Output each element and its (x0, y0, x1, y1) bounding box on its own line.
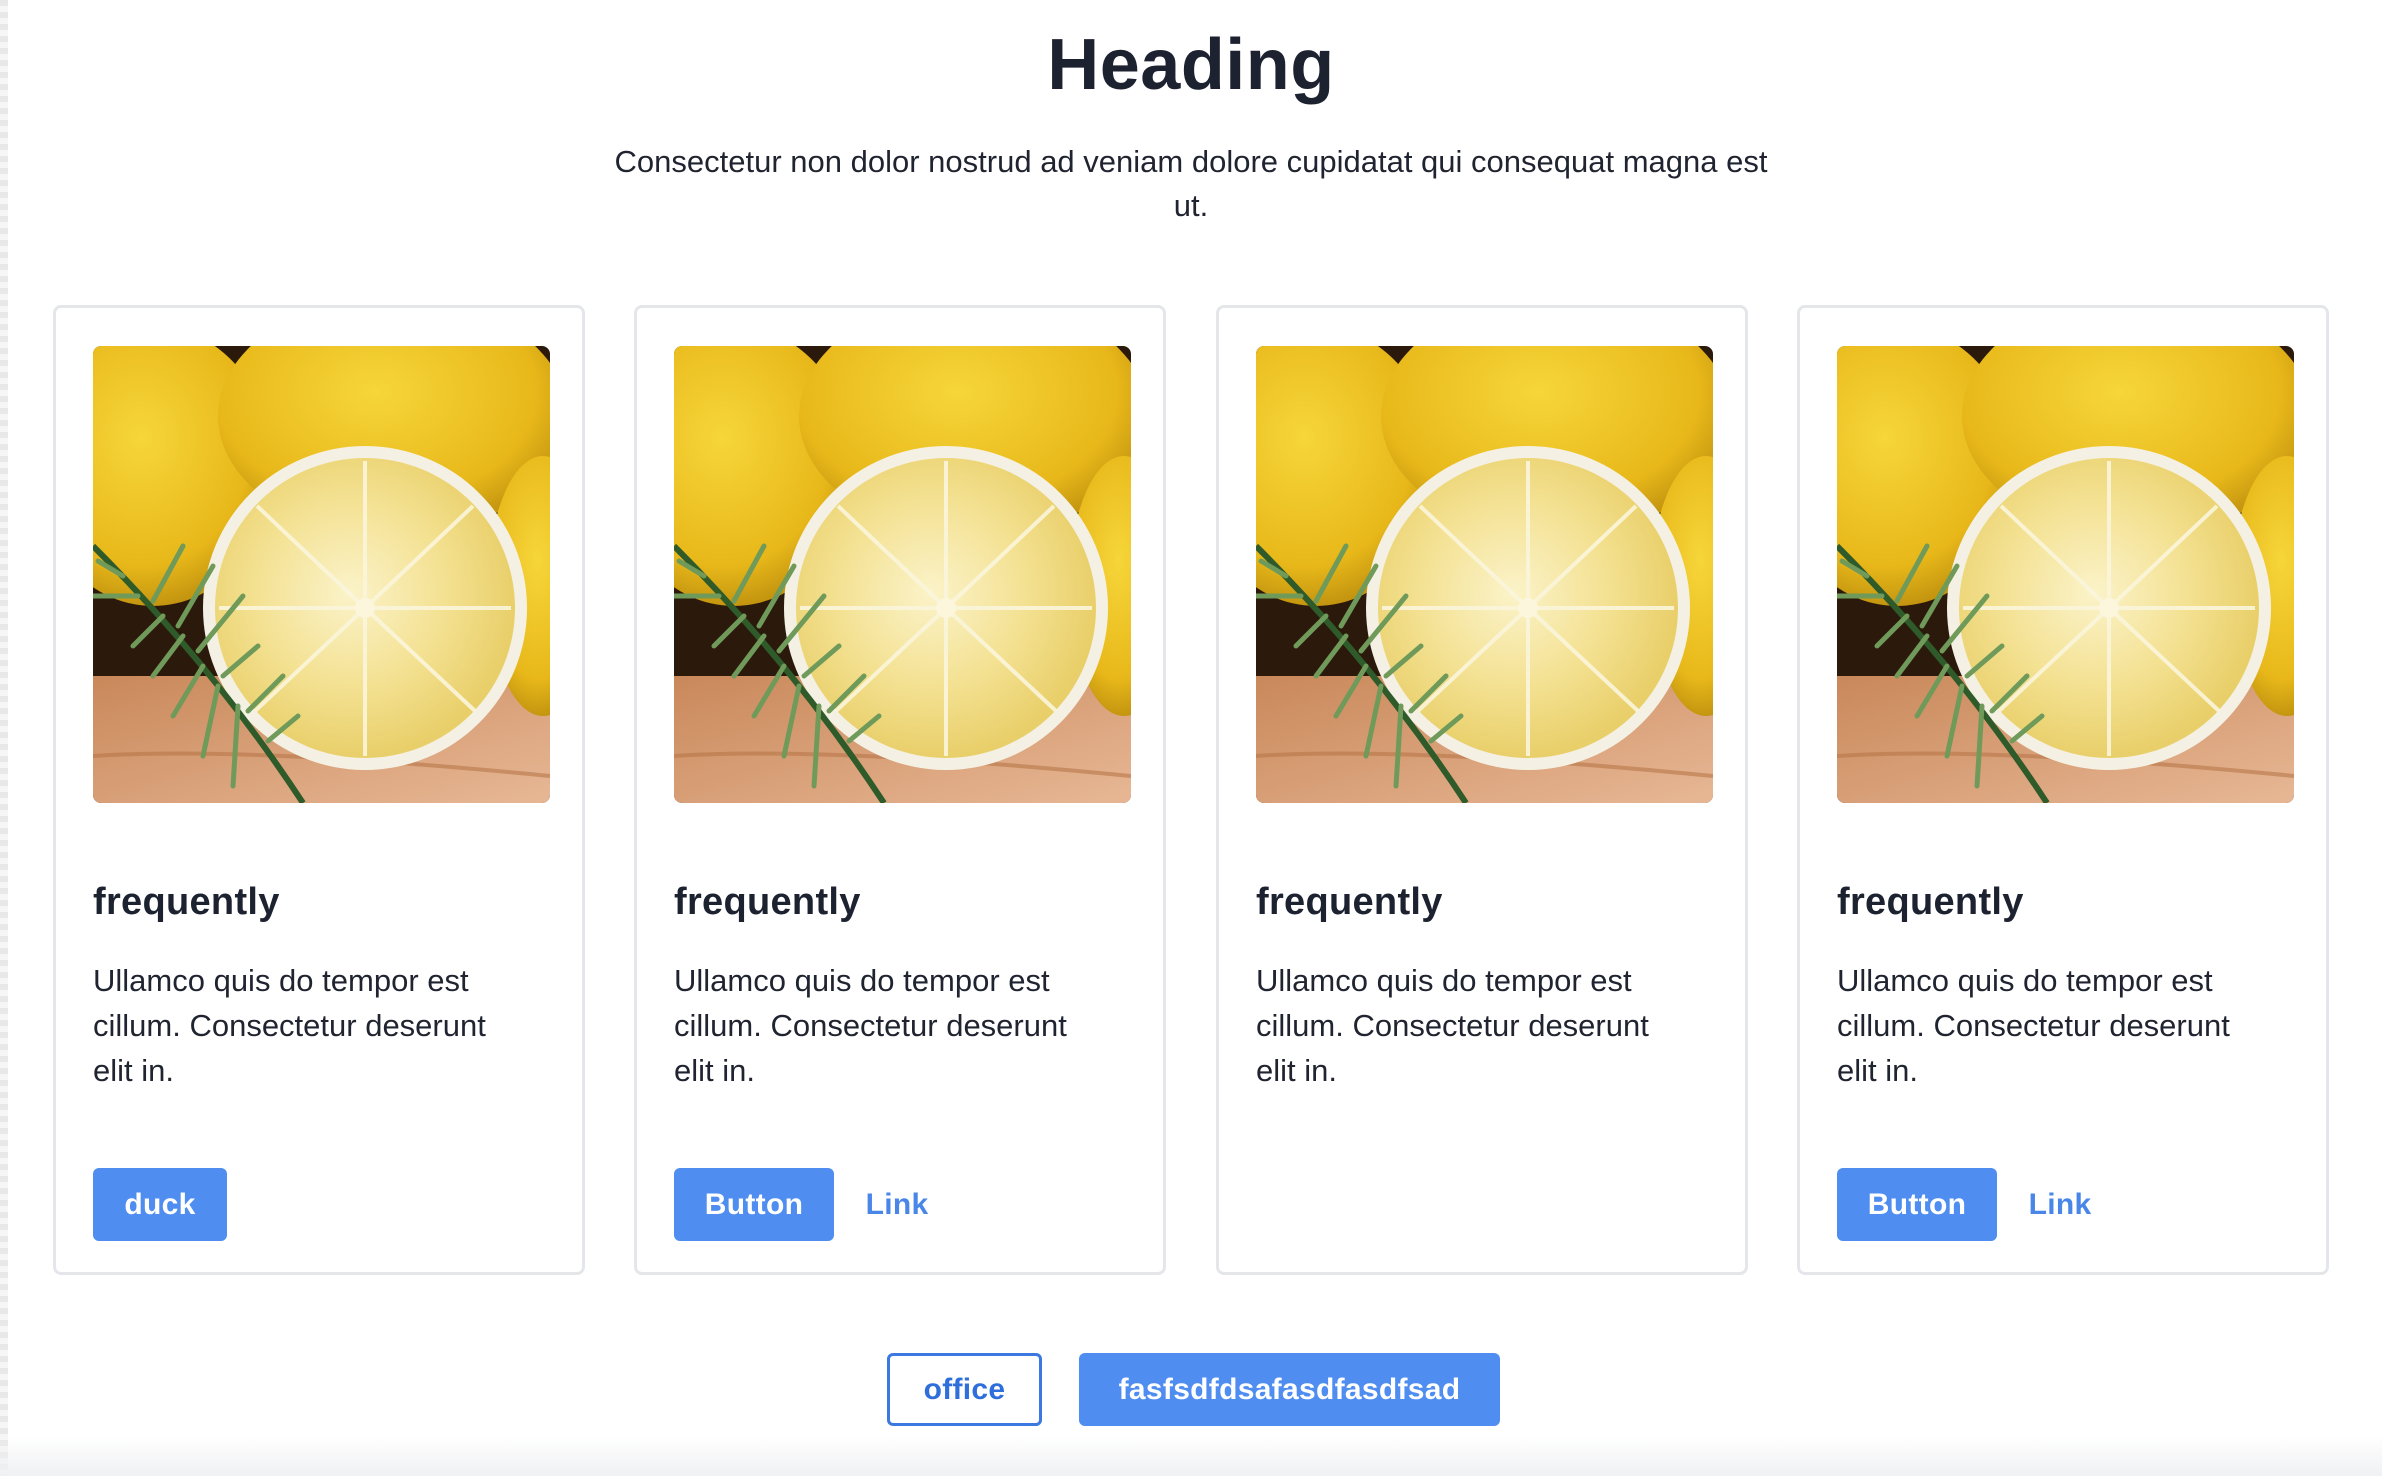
office-button[interactable]: office (887, 1353, 1042, 1426)
card-2: frequently Ullamco quis do tempor est ci… (634, 305, 1166, 1275)
card-title: frequently (1256, 881, 1443, 923)
card-4: frequently Ullamco quis do tempor est ci… (1797, 305, 2329, 1275)
duck-button[interactable]: duck (93, 1168, 227, 1241)
lemon-photo (1256, 346, 1713, 803)
card-button[interactable]: Button (1837, 1168, 1997, 1241)
card-title: frequently (1837, 881, 2024, 923)
card-description: Ullamco quis do tempor est cillum. Conse… (93, 963, 486, 1088)
page-edge (0, 0, 8, 1476)
lemon-photo (674, 346, 1131, 803)
card-link[interactable]: Link (852, 1168, 942, 1241)
card-link[interactable]: Link (2015, 1168, 2105, 1241)
card-button[interactable]: Button (674, 1168, 834, 1241)
card-description: Ullamco quis do tempor est cillum. Conse… (674, 963, 1067, 1088)
card-title: frequently (674, 881, 861, 923)
card-description: Ullamco quis do tempor est cillum. Conse… (1837, 963, 2230, 1088)
submit-button[interactable]: fasfsdfdsafasdfasdfsad (1079, 1353, 1500, 1426)
bottom-fade (0, 1436, 2382, 1476)
lemon-photo (93, 346, 550, 803)
lemon-photo (1837, 346, 2294, 803)
card-title: frequently (93, 881, 280, 923)
page-subtitle: Consectetur non dolor nostrud ad veniam … (614, 144, 1768, 223)
card-3: frequently Ullamco quis do tempor est ci… (1216, 305, 1748, 1275)
page-heading: Heading (1047, 25, 1335, 105)
card-description: Ullamco quis do tempor est cillum. Conse… (1256, 963, 1649, 1088)
card-1: frequently Ullamco quis do tempor est ci… (53, 305, 585, 1275)
